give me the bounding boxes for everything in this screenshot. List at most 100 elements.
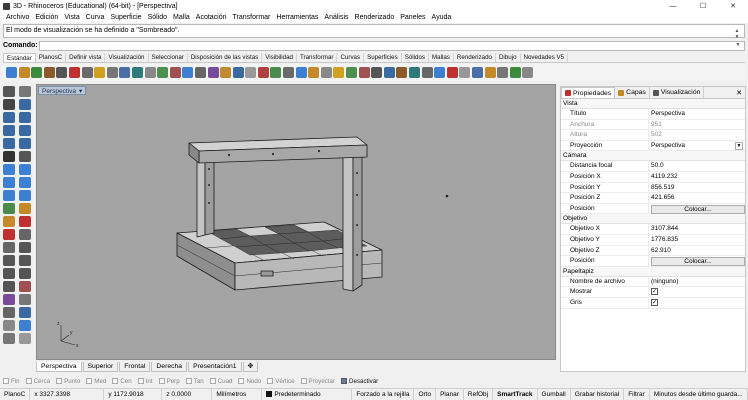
osnap-desactivar[interactable]: Desactivar (341, 378, 378, 385)
cut-icon[interactable] (68, 67, 80, 78)
split-icon[interactable] (3, 229, 15, 240)
status-toggle-planar[interactable]: Planar (436, 388, 464, 400)
rotate-icon[interactable] (19, 255, 31, 266)
menu-item-renderizado[interactable]: Renderizado (352, 14, 398, 21)
toolbar-tab-definir-vista[interactable]: Definir vista (66, 53, 106, 62)
render-icon[interactable] (3, 294, 15, 305)
osnap-punto[interactable]: Punto (56, 378, 80, 385)
scale-icon[interactable] (3, 268, 15, 279)
prop-checkbox[interactable]: ✓ (651, 288, 658, 296)
menu-item-vista[interactable]: Vista (61, 14, 82, 21)
osnap-checkbox[interactable] (341, 378, 347, 384)
toolbar-tab-visualizacion[interactable]: Visualización (105, 53, 149, 62)
toolbar-tab-seleccionar[interactable]: Seleccionar (149, 53, 188, 62)
sphere-icon[interactable] (19, 177, 31, 188)
fillet-icon[interactable] (3, 216, 15, 227)
cylinder-icon[interactable] (3, 190, 15, 201)
ellipse-icon[interactable] (19, 125, 31, 136)
rectangle-icon[interactable] (3, 138, 15, 149)
prop-value[interactable]: Colocar... (648, 203, 745, 214)
curve-from-object-icon[interactable] (19, 307, 31, 318)
panel-tab-capas[interactable]: Capas (615, 87, 650, 98)
toolbar-tab-novedades-v5[interactable]: Novedades V5 (521, 53, 569, 62)
osnap-checkbox[interactable] (25, 378, 32, 384)
menu-item-herramientas[interactable]: Herramientas (273, 14, 321, 21)
toolbar-tab-planosc[interactable]: PlanosC (36, 53, 67, 62)
viewport-tab-frontal[interactable]: Frontal (119, 361, 151, 372)
select-points-icon[interactable] (19, 86, 31, 97)
point-icon[interactable] (245, 67, 257, 78)
toolbar-tab-mallas[interactable]: Mallas (429, 53, 454, 62)
open-icon[interactable] (18, 67, 30, 78)
status-toggle-filtrar[interactable]: Filtrar (624, 388, 650, 400)
osnap-proyectar[interactable]: Proyectar (300, 378, 335, 385)
osnap-checkbox[interactable] (238, 378, 245, 384)
redo-icon[interactable] (119, 67, 131, 78)
menu-item-transformar[interactable]: Transformar (230, 14, 274, 21)
osnap-checkbox[interactable] (267, 378, 274, 384)
close-button[interactable]: ✕ (718, 0, 748, 12)
surface-icon[interactable] (3, 164, 15, 175)
menu-item-solido[interactable]: Sólido (145, 14, 170, 21)
toolbar-tab-solidos[interactable]: Sólidos (402, 53, 429, 62)
render-icon[interactable] (295, 67, 307, 78)
status-toggle-minutos-desde-ultimo-guarda[interactable]: Minutos desde último guarda... (650, 388, 748, 400)
osnap-checkbox[interactable] (209, 378, 216, 384)
osnap-checkbox[interactable] (112, 378, 119, 384)
sphere-shaded-icon[interactable] (434, 67, 446, 78)
toolbar-tab-dibujo[interactable]: Dibujo (496, 53, 521, 62)
viewport-tab-perspectiva[interactable]: Perspectiva (36, 361, 82, 372)
toolbar-tab-visibilidad[interactable]: Visibilidad (262, 53, 297, 62)
properties-icon[interactable] (3, 320, 15, 331)
trim-icon[interactable] (19, 216, 31, 227)
osnap-med[interactable]: Med (86, 378, 106, 385)
status-toggle-grabar-historial[interactable]: Grabar historial (571, 388, 625, 400)
save-icon[interactable] (31, 67, 43, 78)
point-icon[interactable] (3, 99, 15, 110)
color-icon[interactable] (459, 67, 471, 78)
prop-value[interactable]: 1776.835 (648, 234, 745, 245)
array-icon[interactable] (3, 281, 15, 292)
osnap-int[interactable]: Int (137, 378, 153, 385)
circle-icon[interactable] (3, 125, 15, 136)
status-units[interactable]: Milímetros (212, 388, 263, 400)
options-icon[interactable] (3, 333, 15, 344)
command-input[interactable] (38, 40, 745, 51)
box-icon[interactable] (3, 177, 15, 188)
polygon-icon[interactable] (19, 138, 31, 149)
analyze-icon[interactable] (19, 281, 31, 292)
rotate-view-icon[interactable] (144, 67, 156, 78)
zoom-icon[interactable] (157, 67, 169, 78)
light-icon[interactable] (320, 67, 332, 78)
osnap-fin[interactable]: Fin (3, 378, 20, 385)
join-icon[interactable] (19, 229, 31, 240)
layout-icon[interactable] (19, 294, 31, 305)
grid-icon[interactable] (220, 67, 232, 78)
dropdown-arrow-icon[interactable]: ▼ (735, 141, 743, 150)
prop-value[interactable]: Perspectiva ▼ (648, 140, 745, 151)
panel-close-icon[interactable]: ✕ (736, 89, 742, 97)
viewport-tab-derecha[interactable]: Derecha (151, 361, 188, 372)
options-icon[interactable] (497, 67, 509, 78)
mirror-icon[interactable] (19, 268, 31, 279)
perspective-viewport[interactable]: Perspectiva ▾ z x y (36, 84, 556, 360)
lightbulb-icon[interactable] (333, 67, 345, 78)
material-icon[interactable] (308, 67, 320, 78)
panel-tab-visualizacion[interactable]: Visualización (650, 87, 705, 98)
mesh-icon[interactable] (3, 203, 15, 214)
zoom-extents-icon[interactable] (182, 67, 194, 78)
copy-icon[interactable] (81, 67, 93, 78)
curve-icon[interactable] (3, 112, 15, 123)
pattern-icon[interactable] (471, 67, 483, 78)
prop-checkbox[interactable]: ✓ (651, 298, 658, 306)
import-icon[interactable] (56, 67, 68, 78)
toolbar-tab-transformar[interactable]: Transformar (297, 53, 338, 62)
pan-icon[interactable] (131, 67, 143, 78)
prop-value[interactable]: ✓ (648, 297, 745, 308)
osnap-cuad[interactable]: Cuad (209, 378, 232, 385)
select-icon[interactable] (3, 86, 15, 97)
arc-icon[interactable] (19, 112, 31, 123)
layer-icon[interactable] (232, 67, 244, 78)
osnap-perp[interactable]: Perp (158, 378, 180, 385)
prop-value[interactable]: 50.0 (648, 161, 745, 171)
